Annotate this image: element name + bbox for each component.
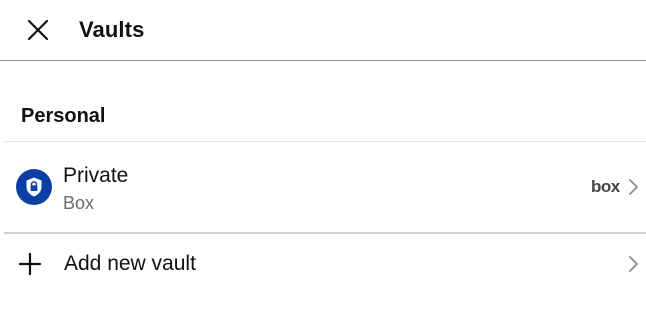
- shield-lock-icon: [26, 177, 42, 197]
- close-button[interactable]: [20, 12, 56, 48]
- add-new-vault-button[interactable]: Add new vault: [0, 234, 646, 294]
- add-new-vault-label: Add new vault: [64, 252, 196, 275]
- section-title-personal: Personal: [21, 105, 106, 127]
- chevron-right-icon: [629, 179, 638, 195]
- box-logo-icon: box: [591, 177, 620, 196]
- header: Vaults: [0, 0, 646, 61]
- chevron-right-icon: [629, 256, 638, 272]
- plus-icon: [18, 252, 42, 276]
- close-icon: [27, 19, 49, 41]
- vault-item-private[interactable]: Private Box box: [0, 142, 646, 232]
- vaults-panel: Vaults Personal Private Box box Add new …: [0, 0, 646, 332]
- vault-avatar: [16, 169, 52, 205]
- vault-name: Private: [63, 164, 129, 187]
- vault-provider: Box: [63, 193, 95, 213]
- page-title: Vaults: [79, 17, 145, 42]
